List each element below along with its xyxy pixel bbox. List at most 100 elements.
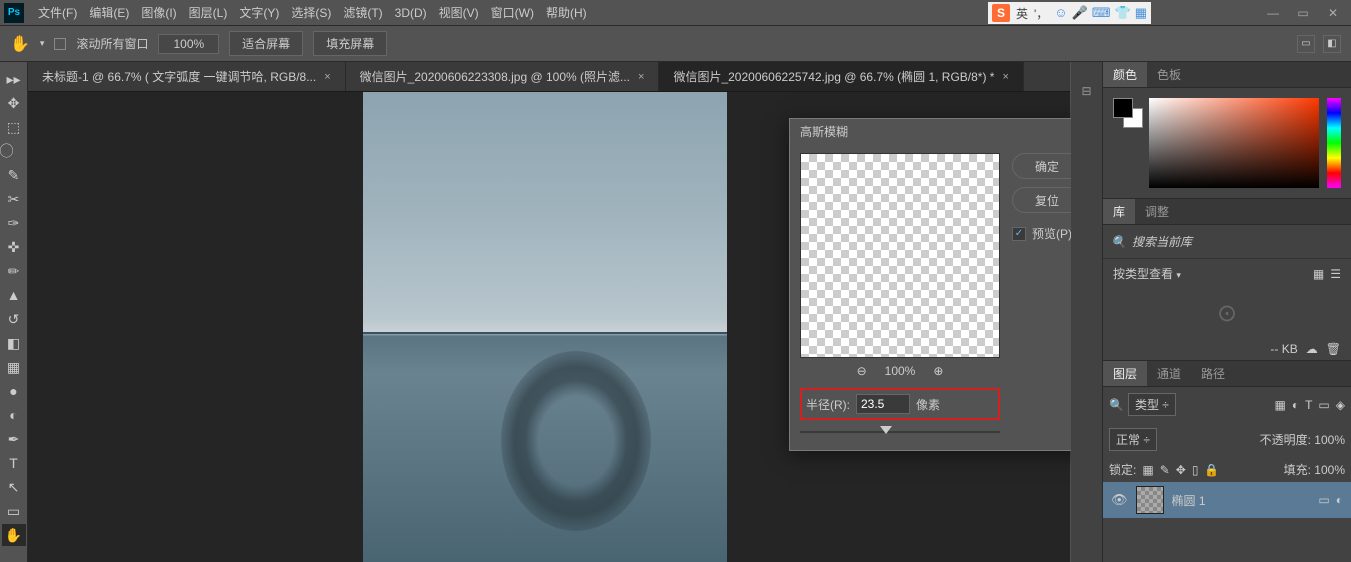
layer-link-icon[interactable]: ▭ — [1318, 493, 1329, 507]
color-swatches[interactable] — [1113, 98, 1141, 126]
filter-image-icon[interactable]: ▦ — [1274, 398, 1285, 412]
gradient-tool[interactable]: ▦ — [2, 356, 26, 378]
view-type-dropdown[interactable]: 按类型查看 — [1113, 267, 1173, 281]
stamp-tool[interactable]: ▲ — [2, 284, 26, 306]
visibility-icon[interactable]: 👁 — [1111, 492, 1128, 508]
menu-help[interactable]: 帮助(H) — [540, 4, 593, 21]
cloud-icon[interactable]: ☁ — [1306, 342, 1318, 356]
history-brush-tool[interactable]: ↺ — [2, 308, 26, 330]
search-input[interactable]: 搜索当前库 — [1132, 233, 1192, 250]
crop-tool[interactable]: ✂ — [2, 188, 26, 210]
scroll-all-checkbox[interactable] — [54, 38, 66, 50]
zoom-out-icon[interactable]: ⊖ — [857, 364, 867, 378]
grid-view-icon[interactable]: ▦ — [1313, 267, 1324, 281]
menu-3d[interactable]: 3D(D) — [389, 6, 433, 20]
kind-filter-icon[interactable]: 🔍 — [1109, 398, 1124, 412]
keyboard-icon[interactable]: ⌨ — [1092, 5, 1111, 21]
skin-icon[interactable]: 👕 — [1115, 5, 1131, 21]
marquee-tool[interactable]: ⬚ — [2, 116, 26, 138]
list-view-icon[interactable]: ☰ — [1330, 267, 1341, 281]
lasso-tool[interactable]: ⃝ — [2, 140, 26, 162]
eyedropper-tool[interactable]: ✑ — [2, 212, 26, 234]
menu-layer[interactable]: 图层(L) — [183, 4, 234, 21]
swatches-tab[interactable]: 色板 — [1147, 62, 1191, 87]
tab-close-icon[interactable]: × — [638, 71, 644, 83]
tab-close-icon[interactable]: × — [1002, 71, 1008, 83]
fit-screen-button[interactable]: 适合屏幕 — [229, 31, 303, 56]
zoom-value[interactable]: 100% — [158, 34, 219, 54]
adjustments-tab[interactable]: 调整 — [1135, 199, 1179, 224]
type-tool[interactable]: T — [2, 452, 26, 474]
color-field[interactable] — [1149, 98, 1319, 188]
pen-tool[interactable]: ✒ — [2, 428, 26, 450]
color-tab[interactable]: 颜色 — [1103, 62, 1147, 87]
tool-chevron-icon[interactable]: ▾ — [40, 38, 45, 49]
tab-close-icon[interactable]: × — [324, 71, 330, 83]
menu-image[interactable]: 图像(I) — [135, 4, 182, 21]
panel-strip-icon[interactable]: ⊟ — [1081, 84, 1091, 98]
fill-value[interactable]: 100% — [1314, 463, 1345, 477]
dodge-tool[interactable]: ◐ — [2, 404, 26, 426]
layer-name[interactable]: 椭圆 1 — [1172, 492, 1206, 509]
filter-adjust-icon[interactable]: ◐ — [1292, 398, 1299, 412]
hue-slider[interactable] — [1327, 98, 1341, 188]
eraser-tool[interactable]: ◧ — [2, 332, 26, 354]
opt-icon-1[interactable]: ▭ — [1297, 35, 1315, 53]
lock-all-icon[interactable]: 🔒 — [1204, 463, 1219, 477]
menu-filter[interactable]: 滤镜(T) — [337, 4, 388, 21]
layer-item[interactable]: 👁 椭圆 1 ▭ ◐ — [1103, 482, 1351, 518]
emoji-icon[interactable]: ☺ — [1054, 5, 1067, 21]
fill-screen-button[interactable]: 填充屏幕 — [313, 31, 387, 56]
expand-icon[interactable]: ▸▸ — [2, 68, 26, 90]
channels-tab[interactable]: 通道 — [1147, 361, 1191, 386]
lock-pos-icon[interactable]: ✥ — [1176, 463, 1186, 477]
blur-tool[interactable]: ● — [2, 380, 26, 402]
opt-icon-2[interactable]: ◧ — [1323, 35, 1341, 53]
hand-tool-icon[interactable]: ✋ — [10, 34, 30, 54]
doc-tab-3[interactable]: 微信图片_20200606225742.jpg @ 66.7% (椭圆 1, R… — [659, 62, 1023, 91]
move-tool[interactable]: ✥ — [2, 92, 26, 114]
doc-tab-1[interactable]: 未标题-1 @ 66.7% ( 文字弧度 一键调节哈, RGB/8...× — [28, 62, 346, 91]
lock-pixel-icon[interactable]: ✎ — [1160, 463, 1170, 477]
filter-smart-icon[interactable]: ◈ — [1336, 398, 1345, 412]
layer-fx-icon[interactable]: ◐ — [1336, 493, 1343, 507]
filter-shape-icon[interactable]: ▭ — [1318, 398, 1329, 412]
doc-tab-2[interactable]: 微信图片_20200606223308.jpg @ 100% (照片滤...× — [346, 62, 660, 91]
menu-select[interactable]: 选择(S) — [285, 4, 337, 21]
layers-tab[interactable]: 图层 — [1103, 361, 1147, 386]
zoom-in-icon[interactable]: ⊕ — [933, 364, 943, 378]
radius-slider[interactable] — [800, 424, 1000, 440]
minimize-button[interactable]: — — [1259, 3, 1287, 23]
kind-dropdown[interactable]: 类型 ÷ — [1128, 393, 1176, 416]
lock-trans-icon[interactable]: ▦ — [1142, 463, 1153, 477]
ime-punct[interactable]: '， — [1034, 5, 1048, 22]
toolbox-icon[interactable]: ▦ — [1135, 5, 1147, 21]
path-tool[interactable]: ↖ — [2, 476, 26, 498]
trash-icon[interactable]: 🗑 — [1326, 342, 1341, 356]
shape-tool[interactable]: ▭ — [2, 500, 26, 522]
libraries-tab[interactable]: 库 — [1103, 199, 1135, 224]
menu-view[interactable]: 视图(V) — [433, 4, 485, 21]
preview-image[interactable] — [800, 153, 1000, 358]
opacity-value[interactable]: 100% — [1314, 433, 1345, 447]
menu-window[interactable]: 窗口(W) — [485, 4, 540, 21]
healing-tool[interactable]: ✜ — [2, 236, 26, 258]
blend-mode-dropdown[interactable]: 正常 ÷ — [1109, 428, 1157, 451]
radius-input[interactable] — [856, 394, 910, 414]
ime-lang[interactable]: 英 — [1016, 5, 1028, 22]
menu-edit[interactable]: 编辑(E) — [83, 4, 135, 21]
paths-tab[interactable]: 路径 — [1191, 361, 1235, 386]
sogou-icon[interactable]: S — [992, 4, 1010, 22]
mic-icon[interactable]: 🎤 — [1072, 5, 1088, 21]
menu-type[interactable]: 文字(Y) — [233, 4, 285, 21]
quick-select-tool[interactable]: ✎ — [2, 164, 26, 186]
brush-tool[interactable]: ✏ — [2, 260, 26, 282]
maximize-button[interactable]: ▭ — [1289, 3, 1317, 23]
menu-file[interactable]: 文件(F) — [32, 4, 83, 21]
filter-type-icon[interactable]: T — [1305, 398, 1312, 412]
lock-artboard-icon[interactable]: ▯ — [1192, 463, 1199, 477]
hand-tool[interactable]: ✋ — [2, 524, 26, 546]
preview-checkbox[interactable]: ✓ — [1012, 227, 1026, 241]
close-button[interactable]: ✕ — [1319, 3, 1347, 23]
layer-thumbnail[interactable] — [1136, 486, 1164, 514]
